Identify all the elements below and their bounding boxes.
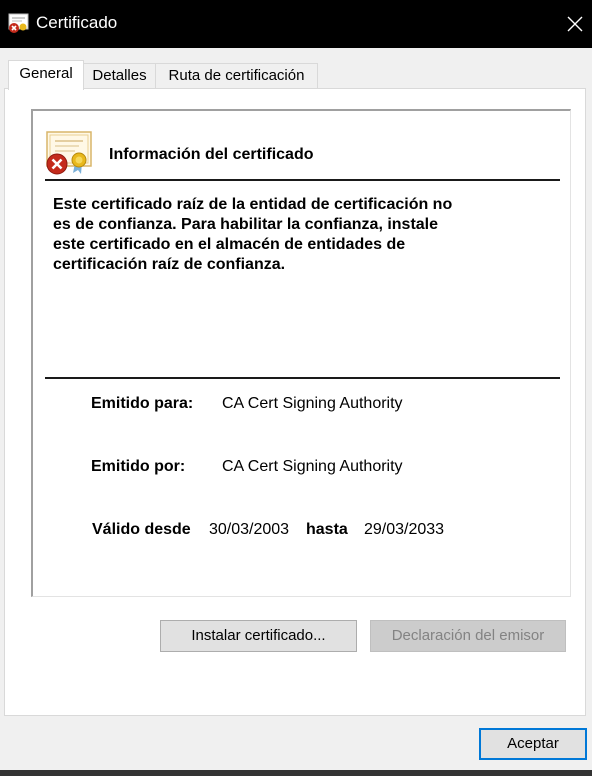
valid-to-label: hasta — [306, 521, 348, 538]
details-divider — [45, 377, 560, 379]
issued-by-value: CA Cert Signing Authority — [222, 458, 403, 475]
certificate-info-heading: Información del certificado — [109, 146, 314, 163]
valid-to-value: 29/03/2033 — [364, 521, 445, 538]
tab-details[interactable]: Detalles — [83, 63, 156, 88]
certificate-icon — [8, 13, 29, 33]
warning-line: Este certificado raíz de la entidad de c… — [53, 196, 453, 213]
ok-button[interactable]: Aceptar — [479, 728, 587, 760]
tab-general[interactable]: General — [8, 60, 84, 90]
warning-line: certificación raíz de confianza. — [53, 256, 286, 273]
issued-by-label: Emitido por: — [91, 458, 186, 475]
window-title: Certificado — [36, 13, 118, 32]
issued-to-value: CA Cert Signing Authority — [222, 395, 403, 412]
certificate-error-icon — [46, 131, 92, 175]
untrusted-warning-text: Este certificado raíz de la entidad de c… — [53, 195, 513, 275]
warning-line: este certificado en el almacén de entida… — [53, 236, 406, 253]
valid-from-value: 30/03/2003 — [209, 521, 290, 538]
valid-from-label: Válido desde — [92, 521, 191, 538]
taskbar-edge — [0, 770, 592, 776]
warning-line: es de confianza. Para habilitar la confi… — [53, 216, 439, 233]
title-bar: Certificado — [0, 0, 592, 48]
certificate-info-box: Información del certificado Este certifi… — [31, 109, 571, 597]
issued-to-label: Emitido para: — [91, 395, 194, 412]
general-tab-panel: Información del certificado Este certifi… — [4, 88, 586, 716]
issuer-statement-button[interactable]: Declaración del emisor — [370, 620, 566, 652]
heading-divider — [45, 179, 560, 181]
tab-certification-path[interactable]: Ruta de certificación — [155, 63, 318, 88]
close-icon[interactable] — [561, 10, 589, 38]
install-certificate-button[interactable]: Instalar certificado... — [160, 620, 357, 652]
